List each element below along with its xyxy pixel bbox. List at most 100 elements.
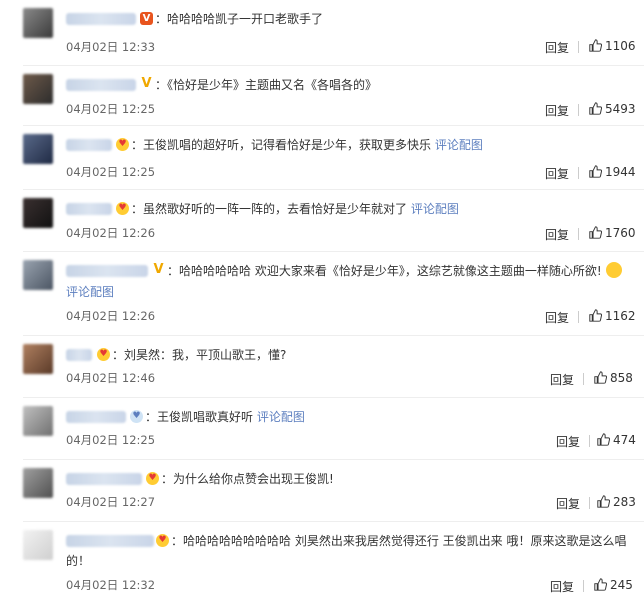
like-count: 245 — [610, 578, 633, 592]
like-button[interactable]: 5493 — [589, 102, 636, 116]
thumbs-up-icon — [589, 165, 603, 178]
fan-badge-icon: ♥ — [130, 410, 143, 423]
like-button[interactable]: 474 — [597, 433, 636, 447]
thumbs-up-icon — [589, 39, 603, 52]
username-blurred[interactable] — [66, 349, 92, 361]
username-blurred[interactable] — [66, 13, 136, 25]
comment-text-continued: 的！ — [66, 554, 91, 568]
thumbs-up-icon — [589, 226, 603, 239]
comment-text: ：王俊凯唱歌真好听 评论配图 — [145, 410, 305, 424]
verified-badge-icon: V — [153, 262, 164, 277]
comment-item: ♥ ：王俊凯唱歌真好听 评论配图 04月02日 12:25 回复 474 — [0, 398, 644, 460]
like-count: 858 — [610, 371, 633, 385]
avatar[interactable] — [23, 344, 53, 374]
avatar[interactable] — [23, 74, 53, 104]
separator — [578, 311, 579, 323]
username-blurred[interactable] — [66, 411, 126, 423]
comment-item: V ：哈哈哈哈凯子一开口老歌手了 04月02日 12:33 回复 1106 — [0, 0, 644, 66]
username-blurred[interactable] — [66, 473, 142, 485]
separator — [578, 104, 579, 116]
like-button[interactable]: 1162 — [589, 309, 636, 323]
comment-text: ：《恰好是少年》主题曲又名《各唱各的》 — [155, 78, 378, 92]
like-button[interactable]: 1760 — [589, 226, 636, 240]
username-blurred[interactable] — [66, 139, 112, 151]
like-count: 5493 — [605, 102, 636, 116]
like-count: 1944 — [605, 165, 636, 179]
avatar[interactable] — [23, 406, 53, 436]
thumbs-up-icon — [597, 495, 611, 508]
like-count: 283 — [613, 495, 636, 509]
laughing-emoji-icon — [605, 262, 622, 278]
avatar[interactable] — [23, 134, 53, 164]
username-blurred[interactable] — [66, 203, 112, 215]
separator — [589, 497, 590, 509]
reply-button[interactable]: 回复 — [556, 495, 580, 512]
avatar[interactable] — [23, 8, 53, 38]
like-button[interactable]: 245 — [594, 578, 633, 592]
comment-time: 04月02日 12:32 — [66, 578, 156, 592]
like-count: 474 — [613, 433, 636, 447]
username-blurred[interactable] — [66, 535, 154, 547]
thumbs-up-icon — [597, 433, 611, 446]
reply-button[interactable]: 回复 — [550, 371, 574, 388]
comment-item: ♥ ：为什么给你点赞会出现王俊凯! 04月02日 12:27 回复 283 — [0, 460, 644, 522]
like-count: 1106 — [605, 39, 636, 53]
like-button[interactable]: 1106 — [589, 39, 636, 53]
comment-item: ♥ ：王俊凯唱的超好听，记得看恰好是少年，获取更多快乐 评论配图 04月02日 … — [0, 126, 644, 190]
separator — [589, 435, 590, 447]
separator — [578, 41, 579, 53]
username-blurred[interactable] — [66, 265, 148, 277]
comment-item: ♥ ：哈哈哈哈哈哈哈哈哈 刘昊然出来我居然觉得还行 王俊凯出来 哦！原来这歌是这… — [0, 522, 644, 599]
thumbs-up-icon — [594, 371, 608, 384]
comment-time: 04月02日 12:26 — [66, 226, 156, 240]
comment-time: 04月02日 12:33 — [66, 40, 156, 54]
verified-badge-icon: V — [141, 76, 152, 91]
avatar[interactable] — [23, 260, 53, 290]
reply-button[interactable]: 回复 — [545, 39, 569, 56]
comment-time: 04月02日 12:46 — [66, 371, 156, 385]
comment-image-link[interactable]: 评论配图 — [257, 410, 305, 424]
comment-image-link[interactable]: 评论配图 — [411, 202, 459, 216]
reply-button[interactable]: 回复 — [545, 309, 569, 326]
fan-badge-icon: ♥ — [156, 534, 169, 547]
comment-text: ：为什么给你点赞会出现王俊凯! — [161, 472, 334, 486]
separator — [583, 373, 584, 385]
thumbs-up-icon — [594, 578, 608, 591]
comment-image-link[interactable]: 评论配图 — [66, 282, 114, 302]
like-button[interactable]: 858 — [594, 371, 633, 385]
like-button[interactable]: 283 — [597, 495, 636, 509]
comment-text: ：哈哈哈哈凯子一开口老歌手了 — [155, 12, 324, 26]
comment-time: 04月02日 12:27 — [66, 495, 156, 509]
like-count: 1162 — [605, 309, 636, 323]
comment-image-link[interactable]: 评论配图 — [435, 138, 483, 152]
reply-button[interactable]: 回复 — [545, 102, 569, 119]
reply-button[interactable]: 回复 — [550, 578, 574, 595]
comment-item: V ：《恰好是少年》主题曲又名《各唱各的》 04月02日 12:25 回复 54… — [0, 66, 644, 126]
fan-badge-icon: ♥ — [146, 472, 159, 485]
thumbs-up-icon — [589, 309, 603, 322]
avatar[interactable] — [23, 530, 53, 560]
avatar[interactable] — [23, 468, 53, 498]
reply-button[interactable]: 回复 — [545, 165, 569, 182]
username-blurred[interactable] — [66, 79, 136, 91]
comment-text: ：哈哈哈哈哈哈 欢迎大家来看《恰好是少年》，这综艺就像这主题曲一样随心所欲! — [167, 261, 622, 281]
reply-button[interactable]: 回复 — [556, 433, 580, 450]
comment-time: 04月02日 12:25 — [66, 102, 156, 116]
comment-time: 04月02日 12:25 — [66, 165, 156, 179]
thumbs-up-icon — [589, 102, 603, 115]
avatar[interactable] — [23, 198, 53, 228]
comment-time: 04月02日 12:26 — [66, 309, 156, 323]
verified-badge-icon: V — [140, 12, 153, 25]
reply-button[interactable]: 回复 — [545, 226, 569, 243]
comment-item: ♥ ：虽然歌好听的一阵一阵的，去看恰好是少年就对了 评论配图 04月02日 12… — [0, 190, 644, 252]
fan-badge-icon: ♥ — [116, 138, 129, 151]
comment-text: ：哈哈哈哈哈哈哈哈哈 刘昊然出来我居然觉得还行 王俊凯出来 哦！原来这歌是这么唱 — [171, 534, 627, 548]
fan-badge-icon: ♥ — [97, 348, 110, 361]
comment-item: ♥ ：刘昊然：我，平顶山歌王，懂? 04月02日 12:46 回复 858 — [0, 336, 644, 398]
comment-text: ：虽然歌好听的一阵一阵的，去看恰好是少年就对了 评论配图 — [131, 202, 459, 216]
fan-badge-icon: ♥ — [116, 202, 129, 215]
comment-item: V ：哈哈哈哈哈哈 欢迎大家来看《恰好是少年》，这综艺就像这主题曲一样随心所欲!… — [0, 252, 644, 336]
comment-time: 04月02日 12:25 — [66, 433, 156, 447]
like-button[interactable]: 1944 — [589, 165, 636, 179]
separator — [583, 580, 584, 592]
